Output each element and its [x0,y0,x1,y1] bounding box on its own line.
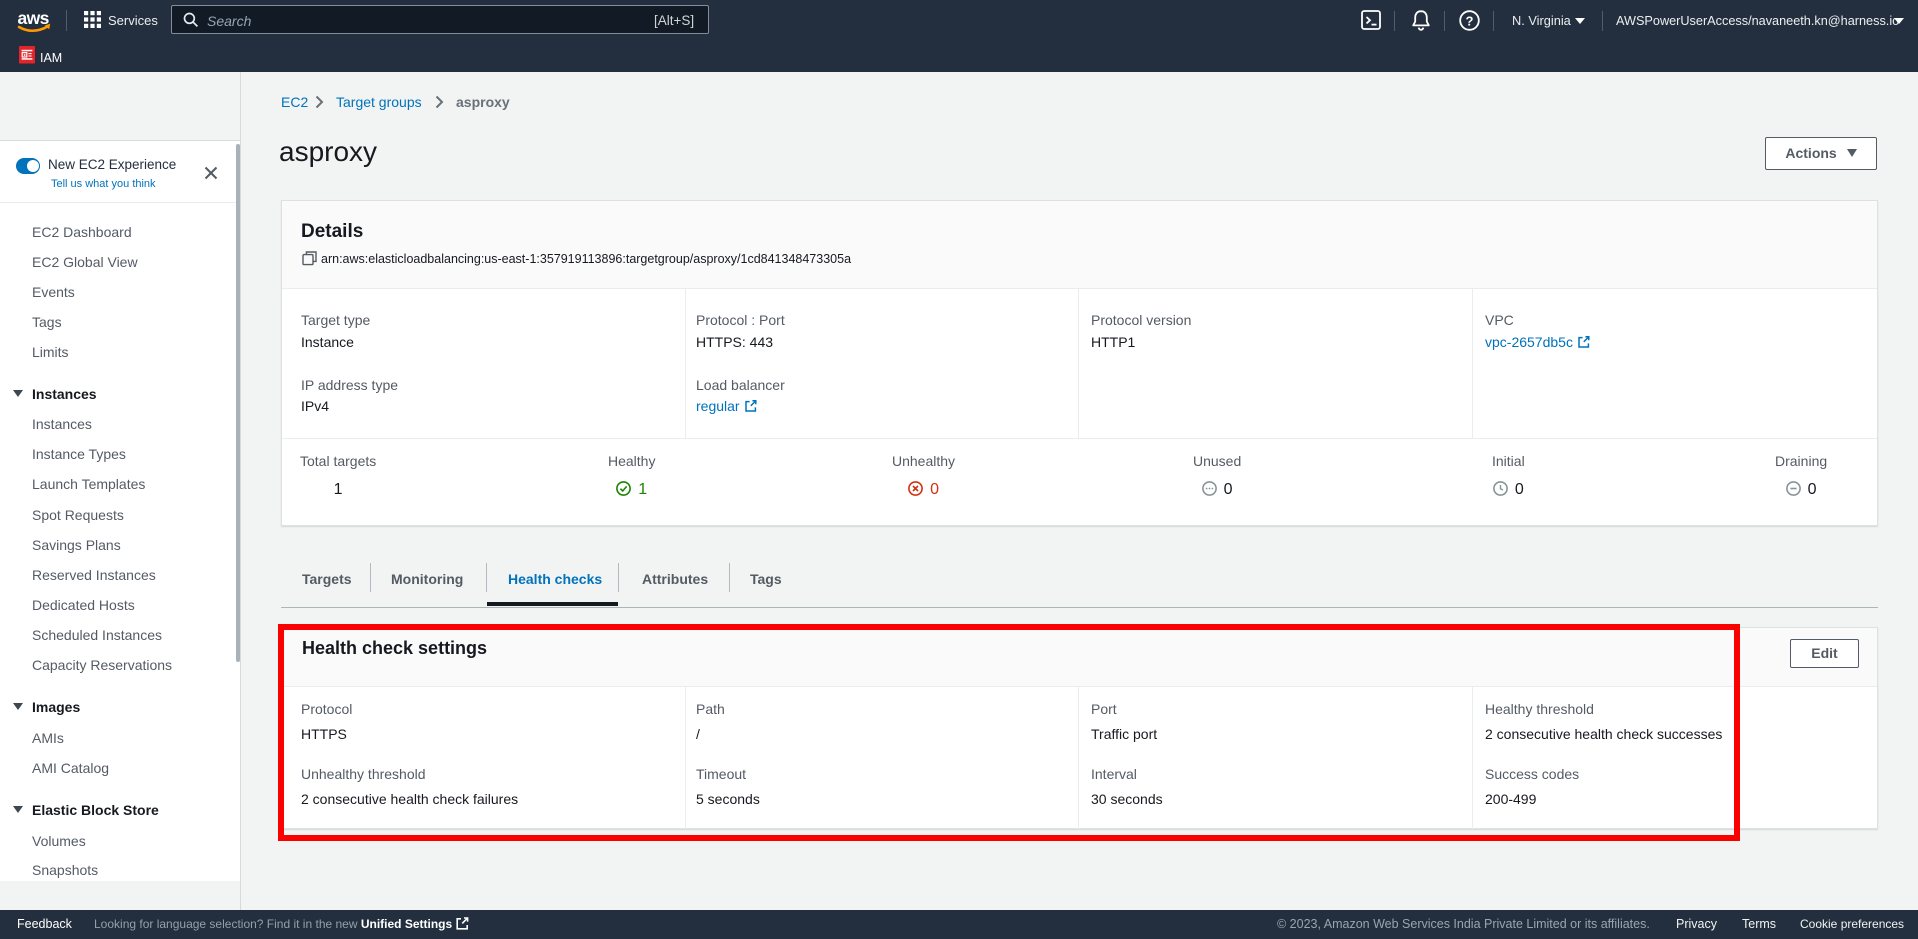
svg-text:aws: aws [18,8,50,28]
svg-text:?: ? [1466,13,1474,28]
